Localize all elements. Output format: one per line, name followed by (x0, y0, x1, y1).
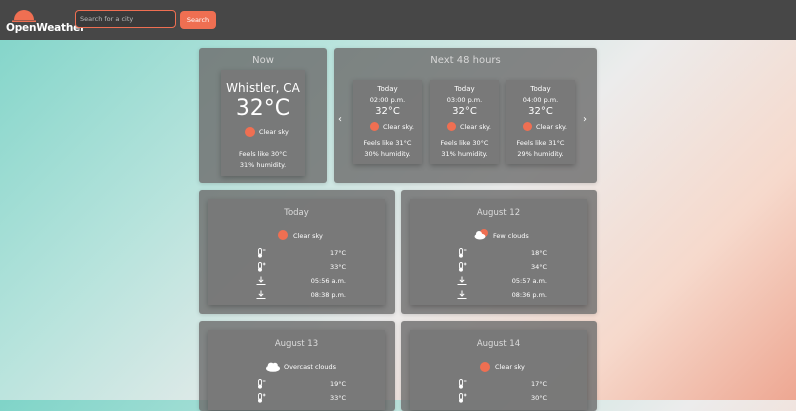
daily-panel-today: Today Clear sky 17°C 33°C 05:56 a.m. 08:… (199, 190, 395, 314)
now-title: Now (252, 55, 274, 66)
city-name: Whistler, CA (226, 81, 300, 95)
thermometer-max-icon (459, 393, 467, 403)
daily-panel-aug-13: August 13 Overcast clouds 19°C 33°C (199, 321, 395, 411)
chevron-left-icon[interactable]: ‹ (338, 114, 342, 125)
sunset-row: 08:38 p.m. (256, 290, 346, 302)
hourly-day: Today (530, 85, 551, 93)
hourly-panel: Next 48 hours ‹ › Today 02:00 p.m. 32°C … (334, 48, 597, 183)
sunset-icon (457, 290, 467, 299)
hourly-card: Today 02:00 p.m. 32°C Clear sky. Feels l… (353, 80, 422, 164)
daily-title: August 14 (476, 339, 521, 349)
min-temp: 19°C (329, 380, 346, 388)
now-panel: Now Whistler, CA 32°C Clear sky Feels li… (199, 48, 327, 183)
hourly-day: Today (377, 85, 398, 93)
sun-icon (480, 362, 490, 372)
hourly-time: 04:00 p.m. (522, 96, 559, 104)
sunrise-row: 05:57 a.m. (457, 276, 547, 288)
thermometer-max-icon (258, 393, 266, 403)
brand-name: OpenWeather (6, 22, 86, 34)
thermometer-max-icon (258, 262, 266, 272)
now-card: Whistler, CA 32°C Clear sky Feels like 3… (221, 70, 305, 176)
humidity: 31% humidity. (239, 161, 287, 169)
daily-panel-aug-14: August 14 Clear sky 17°C 30°C (401, 321, 597, 411)
min-temp: 17°C (530, 380, 547, 388)
daily-title: August 12 (476, 208, 521, 218)
sun-icon (278, 230, 288, 240)
hourly-card: Today 03:00 p.m. 32°C Clear sky. Feels l… (430, 80, 499, 164)
hourly-humidity: 31% humidity. (441, 150, 488, 158)
search-button[interactable]: Search (180, 11, 216, 29)
partly-cloudy-icon (474, 229, 488, 240)
min-temp: 18°C (530, 249, 547, 257)
search-input[interactable] (75, 10, 176, 28)
sunset-time: 08:38 p.m. (310, 291, 346, 299)
hourly-humidity: 30% humidity. (364, 150, 411, 158)
max-temp: 34°C (530, 263, 547, 271)
daily-condition: Clear sky (495, 363, 525, 371)
min-temp-row: 17°C (457, 379, 547, 391)
daily-card: August 12 Few clouds 18°C 34°C 05:57 a.m… (410, 199, 587, 305)
min-temp-row: 18°C (457, 248, 547, 260)
hourly-temp: 32°C (452, 106, 477, 117)
daily-panel-aug-12: August 12 Few clouds 18°C 34°C 05:57 a.m… (401, 190, 597, 314)
hourly-feels-like: Feels like 31°C (363, 139, 412, 147)
app-logo[interactable]: OpenWeather (6, 6, 85, 34)
hourly-condition: Clear sky. (536, 123, 567, 131)
daily-card: August 13 Overcast clouds 19°C 33°C (208, 330, 385, 410)
current-temp: 32°C (235, 96, 291, 121)
hourly-temp: 32°C (375, 106, 400, 117)
sunrise-time: 05:57 a.m. (511, 277, 547, 285)
sunset-time: 08:36 p.m. (511, 291, 547, 299)
daily-title: August 13 (274, 339, 319, 349)
sun-icon (523, 122, 532, 131)
daily-card: August 14 Clear sky 17°C 30°C (410, 330, 587, 410)
daily-card: Today Clear sky 17°C 33°C 05:56 a.m. 08:… (208, 199, 385, 305)
chevron-right-icon[interactable]: › (583, 114, 587, 125)
max-temp-row: 34°C (457, 262, 547, 274)
sunrise-time: 05:56 a.m. (310, 277, 346, 285)
daily-condition: Few clouds (493, 232, 529, 240)
min-temp: 17°C (329, 249, 346, 257)
sunrise-row: 05:56 a.m. (256, 276, 346, 288)
sun-icon (245, 127, 255, 137)
daily-condition: Overcast clouds (284, 363, 337, 371)
sun-icon (447, 122, 456, 131)
cloud-icon (266, 362, 280, 372)
max-temp-row: 30°C (457, 393, 547, 405)
max-temp: 30°C (530, 394, 547, 402)
sunrise-icon (457, 276, 467, 285)
hourly-time: 02:00 p.m. (369, 96, 406, 104)
hourly-humidity: 29% humidity. (517, 150, 564, 158)
top-bar: OpenWeather Search (0, 0, 796, 40)
hourly-condition: Clear sky. (383, 123, 414, 131)
sunset-icon (256, 290, 266, 299)
thermometer-min-icon (258, 379, 266, 389)
hourly-card: Today 04:00 p.m. 32°C Clear sky. Feels l… (506, 80, 575, 164)
thermometer-max-icon (459, 262, 467, 272)
daily-title: Today (284, 208, 309, 218)
min-temp-row: 19°C (256, 379, 346, 391)
hourly-day: Today (454, 85, 475, 93)
sunrise-icon (256, 276, 266, 285)
feels-like: Feels like 30°C (239, 150, 287, 158)
thermometer-min-icon (459, 379, 467, 389)
thermometer-min-icon (258, 248, 266, 258)
max-temp-row: 33°C (256, 262, 346, 274)
hourly-time: 03:00 p.m. (446, 96, 483, 104)
hourly-feels-like: Feels like 31°C (516, 139, 565, 147)
hourly-feels-like: Feels like 30°C (440, 139, 489, 147)
min-temp-row: 17°C (256, 248, 346, 260)
max-temp: 33°C (329, 263, 346, 271)
hourly-temp: 32°C (528, 106, 553, 117)
sunset-row: 08:36 p.m. (457, 290, 547, 302)
max-temp-row: 33°C (256, 393, 346, 405)
sunset-logo-icon (12, 10, 36, 22)
max-temp: 33°C (329, 394, 346, 402)
sun-icon (370, 122, 379, 131)
hourly-condition: Clear sky. (460, 123, 491, 131)
hourly-title: Next 48 hours (430, 55, 501, 66)
daily-condition: Clear sky (293, 232, 323, 240)
thermometer-min-icon (459, 248, 467, 258)
current-condition: Clear sky (259, 128, 289, 136)
